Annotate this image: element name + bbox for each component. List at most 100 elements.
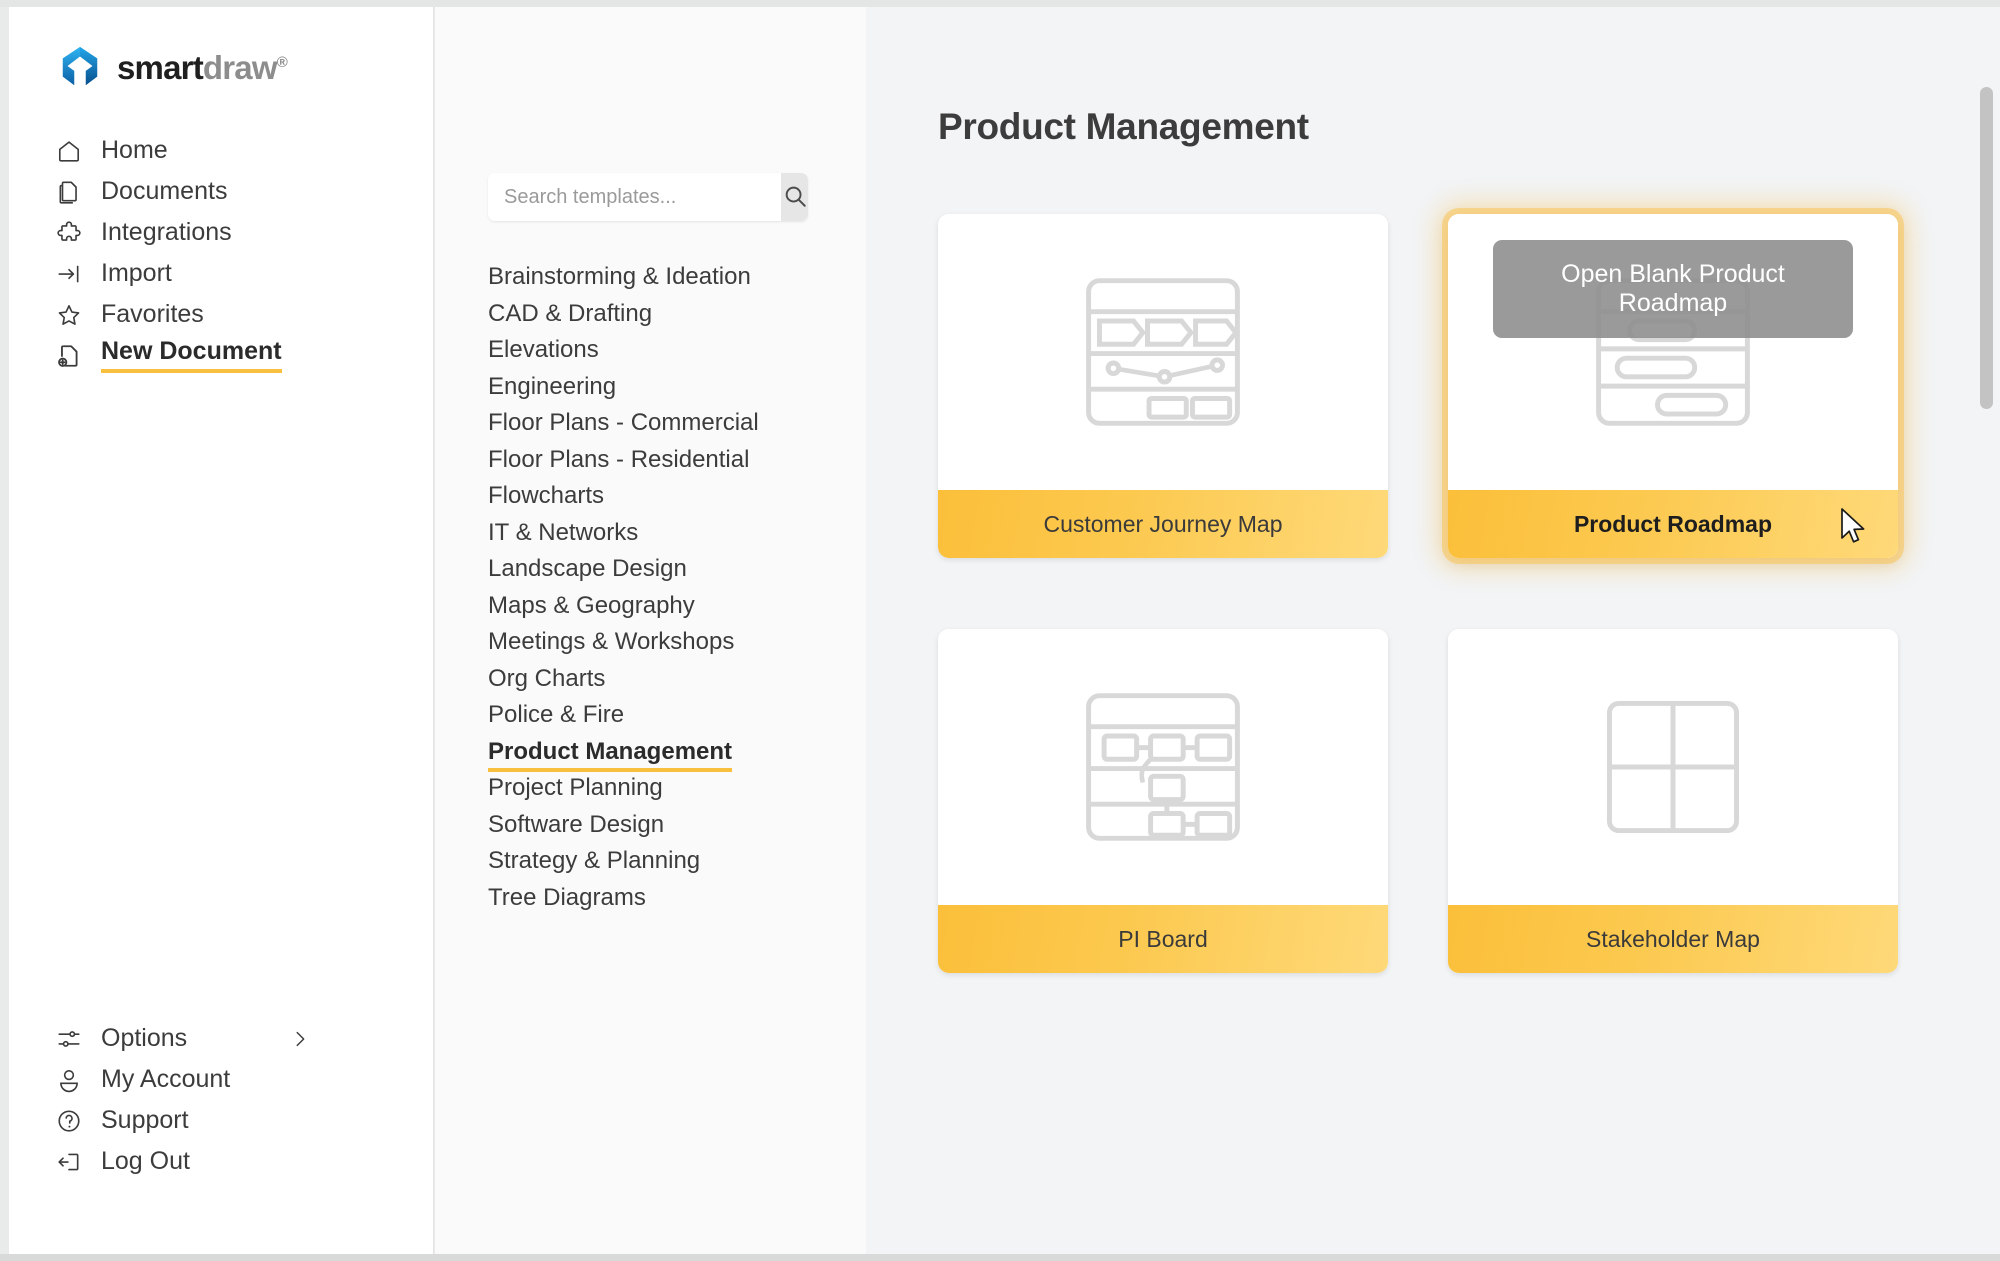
sidebar-item-label: Support (101, 1106, 189, 1134)
home-icon (55, 137, 83, 165)
template-card-customer-journey-map[interactable]: Customer Journey Map (938, 214, 1388, 558)
category-item-flowcharts[interactable]: Flowcharts (488, 484, 848, 521)
pi-board-thumb (938, 629, 1388, 905)
category-label: Engineering (488, 372, 617, 400)
sidebar-item-my-account[interactable]: My Account (9, 1059, 433, 1100)
sidebar-item-import[interactable]: Import (9, 253, 433, 294)
category-item-engineering[interactable]: Engineering (488, 372, 848, 412)
sidebar-item-label: Documents (101, 177, 228, 205)
category-label: Floor Plans - Residential (488, 445, 750, 473)
app-window: smartdraw® Home Documents Integrations I… (0, 0, 2000, 1261)
new-document-icon (55, 342, 83, 370)
template-card-pi-board[interactable]: PI Board (938, 629, 1388, 973)
category-list: Brainstorming & Ideation CAD & Drafting … (488, 265, 848, 922)
search-icon (782, 183, 808, 212)
logout-icon (55, 1148, 83, 1176)
documents-icon (55, 178, 83, 206)
category-item-strategy-planning[interactable]: Strategy & Planning (488, 849, 848, 886)
window-top-edge (0, 0, 2000, 7)
sidebar-item-label: Integrations (101, 218, 232, 246)
card-label: Product Roadmap (1448, 490, 1898, 558)
category-label: Product Management (488, 739, 733, 772)
question-circle-icon (55, 1107, 83, 1135)
category-label: IT & Networks (488, 518, 639, 546)
category-label: Police & Fire (488, 701, 625, 728)
category-item-floor-plans-commercial[interactable]: Floor Plans - Commercial (488, 411, 848, 448)
sidebar-item-label: Options (101, 1024, 188, 1052)
template-card-stakeholder-map[interactable]: Stakeholder Map (1448, 629, 1898, 973)
sidebar-item-label: Home (101, 136, 168, 164)
sidebar-item-log-out[interactable]: Log Out (9, 1141, 433, 1182)
left-sidebar: smartdraw® Home Documents Integrations I… (9, 7, 434, 1254)
puzzle-icon (55, 219, 83, 247)
category-item-org-charts[interactable]: Org Charts (488, 664, 848, 704)
category-label: Landscape Design (488, 555, 687, 582)
smartdraw-logo[interactable]: smartdraw® (57, 44, 288, 90)
window-bottom-edge (0, 1254, 2000, 1261)
sidebar-item-documents[interactable]: Documents (9, 171, 433, 212)
category-item-brainstorming-ideation[interactable]: Brainstorming & Ideation (488, 265, 848, 302)
window-left-edge (0, 7, 9, 1254)
chevron-right-icon (289, 1028, 311, 1050)
category-item-elevations[interactable]: Elevations (488, 338, 848, 375)
category-item-software-design[interactable]: Software Design (488, 810, 848, 850)
category-label: Maps & Geography (488, 591, 695, 619)
sidebar-item-options[interactable]: Options (9, 1018, 433, 1059)
sidebar-secondary-nav: Options My Account Support Log Out (9, 1018, 433, 1182)
sidebar-item-label: My Account (101, 1065, 231, 1093)
sidebar-item-integrations[interactable]: Integrations (9, 212, 433, 253)
open-blank-product-roadmap-button[interactable]: Open Blank Product Roadmap (1493, 240, 1853, 338)
category-label: Strategy & Planning (488, 847, 701, 874)
brand-smart: smart (117, 48, 204, 86)
smartdraw-logo-mark (62, 46, 98, 86)
category-label: Floor Plans - Commercial (488, 409, 759, 436)
sidebar-item-label: New Document (101, 338, 282, 373)
category-item-it-networks[interactable]: IT & Networks (488, 518, 848, 558)
template-card-grid: Customer Journey Map Open Blank Product … (938, 214, 1938, 973)
category-item-tree-diagrams[interactable]: Tree Diagrams (488, 885, 848, 923)
template-category-panel: Brainstorming & Ideation CAD & Drafting … (435, 7, 866, 1254)
sliders-icon (55, 1025, 83, 1053)
category-label: Elevations (488, 336, 599, 363)
page-title: Product Management (938, 106, 1309, 147)
brand-draw: draw (202, 48, 278, 86)
smartdraw-wordmark: smartdraw® (117, 48, 288, 86)
vertical-scrollbar-thumb[interactable] (1980, 87, 1993, 409)
category-label: CAD & Drafting (488, 299, 653, 327)
search-button[interactable] (781, 173, 808, 221)
category-item-cad-drafting[interactable]: CAD & Drafting (488, 299, 848, 339)
card-label: Customer Journey Map (938, 490, 1388, 558)
category-label: Org Charts (488, 664, 606, 692)
search-templates-box (488, 173, 808, 221)
template-gallery: Product Management Customer Journey Map … (866, 7, 2000, 1254)
sidebar-item-label: Log Out (101, 1147, 190, 1175)
sidebar-item-new-document[interactable]: New Document (9, 335, 433, 376)
category-label: Brainstorming & Ideation (488, 263, 751, 290)
category-item-landscape-design[interactable]: Landscape Design (488, 557, 848, 594)
star-icon (55, 301, 83, 329)
user-icon (55, 1066, 83, 1094)
sidebar-item-home[interactable]: Home (9, 130, 433, 171)
category-item-meetings-workshops[interactable]: Meetings & Workshops (488, 630, 848, 667)
stakeholder-map-thumb (1448, 629, 1898, 905)
import-arrow-icon (55, 260, 83, 288)
card-label: PI Board (938, 905, 1388, 973)
category-label: Meetings & Workshops (488, 628, 735, 655)
search-input[interactable] (488, 173, 781, 221)
brand-trademark: ® (276, 53, 288, 71)
vertical-scrollbar-track[interactable] (1979, 7, 1997, 1254)
category-item-police-fire[interactable]: Police & Fire (488, 703, 848, 740)
journey-map-thumb (938, 214, 1388, 490)
sidebar-item-label: Favorites (101, 300, 204, 328)
sidebar-item-support[interactable]: Support (9, 1100, 433, 1141)
category-label: Project Planning (488, 774, 663, 801)
category-label: Flowcharts (488, 482, 605, 509)
sidebar-item-favorites[interactable]: Favorites (9, 294, 433, 335)
category-label: Software Design (488, 810, 665, 838)
category-item-project-planning[interactable]: Project Planning (488, 776, 848, 813)
sidebar-primary-nav: Home Documents Integrations Import Favor… (9, 130, 433, 376)
template-card-product-roadmap[interactable]: Open Blank Product Roadmap Product Roadm… (1448, 214, 1898, 558)
category-item-product-management[interactable]: Product Management (488, 739, 848, 777)
category-item-maps-geography[interactable]: Maps & Geography (488, 591, 848, 631)
category-item-floor-plans-residential[interactable]: Floor Plans - Residential (488, 445, 848, 485)
